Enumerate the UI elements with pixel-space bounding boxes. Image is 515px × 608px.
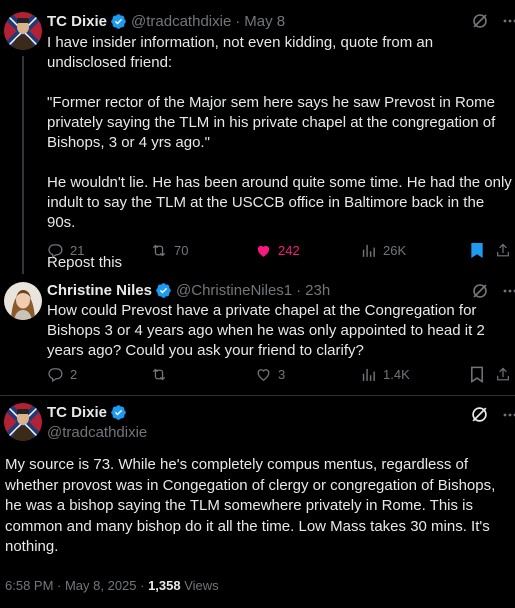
timestamp[interactable]: 23h	[305, 282, 330, 299]
more-icon[interactable]	[502, 13, 515, 29]
bookmark-icon	[470, 366, 484, 383]
like-icon	[255, 366, 272, 383]
grok-icon[interactable]	[472, 283, 488, 299]
reply-count: 21	[70, 243, 85, 258]
share-button[interactable]	[495, 242, 511, 259]
verified-badge-icon	[155, 282, 172, 299]
post-2-actions: 2 3 1.4K	[47, 366, 513, 386]
more-icon[interactable]	[502, 407, 515, 423]
post-1-text: I have insider information, not even kid…	[47, 33, 513, 273]
post-3-text: My source is 73. While he's completely c…	[5, 456, 496, 555]
like-button[interactable]: 3	[255, 366, 285, 383]
views-button[interactable]: 1.4K	[360, 366, 410, 383]
post-1-header: TC Dixie @tradcathdixie · May 8	[47, 13, 285, 30]
grok-icon[interactable]	[472, 13, 488, 29]
handle[interactable]: @tradcathdixie	[47, 424, 147, 441]
views-label: Views	[180, 578, 219, 593]
share-icon	[495, 366, 511, 383]
bookmark-icon	[470, 242, 484, 259]
views-icon	[360, 242, 377, 259]
display-name[interactable]: TC Dixie	[47, 13, 107, 30]
thread-line	[22, 56, 24, 274]
reply-button[interactable]: 2	[47, 366, 77, 383]
repost-button[interactable]	[150, 366, 174, 383]
handle[interactable]: @ChristineNiles1	[176, 282, 292, 299]
repost-icon	[150, 366, 168, 383]
repost-icon	[150, 242, 168, 259]
post-2-top-icons	[472, 283, 515, 299]
views-number: 1,358	[148, 578, 181, 593]
post-2-text: How could Prevost have a private chapel …	[47, 302, 485, 359]
like-count: 242	[278, 243, 300, 258]
reply-icon	[47, 366, 64, 383]
repost-count: 70	[174, 243, 189, 258]
like-icon	[255, 242, 272, 259]
post-1[interactable]: TC Dixie @tradcathdixie · May 8 I have i…	[0, 0, 515, 274]
post-1-top-icons	[472, 13, 515, 29]
views-count: 26K	[383, 243, 407, 258]
bookmark-button[interactable]	[470, 242, 484, 259]
timestamp[interactable]: May 8	[244, 13, 285, 30]
reply-count: 2	[70, 367, 78, 382]
post-timestamp[interactable]: 6:58 PM · May 8, 2025 ·	[5, 578, 148, 593]
views-count: 1.4K	[383, 367, 410, 382]
post-3-meta: 6:58 PM · May 8, 2025 · 1,358 Views	[5, 578, 219, 593]
handle[interactable]: @tradcathdixie	[131, 13, 231, 30]
post-1-paragraph: I have insider information, not even kid…	[47, 34, 434, 71]
bookmark-button[interactable]	[470, 366, 484, 383]
avatar-christine-niles[interactable]	[4, 282, 42, 320]
repost-button[interactable]: 70	[150, 242, 188, 259]
post-3-header: TC Dixie	[47, 404, 131, 421]
reply-button[interactable]: 21	[47, 242, 84, 259]
post-2[interactable]: Christine Niles @ChristineNiles1 · 23h H…	[0, 274, 515, 394]
avatar-tc-dixie[interactable]	[4, 403, 42, 441]
more-icon[interactable]	[502, 283, 515, 299]
share-button[interactable]	[495, 366, 511, 383]
share-icon	[495, 242, 511, 259]
post-1-paragraph: He wouldn't lie. He has been around quit…	[47, 174, 512, 231]
post-1-paragraph: "Former rector of the Major sem here say…	[47, 94, 496, 151]
like-button[interactable]: 242	[255, 242, 300, 259]
reply-icon	[47, 242, 64, 259]
post-1-actions: 21 70 242 26K	[47, 242, 513, 262]
separator: ·	[235, 13, 241, 30]
display-name[interactable]: Christine Niles	[47, 282, 152, 299]
like-count: 3	[278, 367, 286, 382]
post-3-top-icons	[471, 406, 515, 423]
verified-badge-icon	[110, 404, 127, 421]
grok-icon[interactable]	[471, 406, 488, 423]
display-name[interactable]: TC Dixie	[47, 404, 107, 421]
post-3-handle-row: @tradcathdixie	[47, 424, 147, 441]
views-icon	[360, 366, 377, 383]
verified-badge-icon	[110, 13, 127, 30]
avatar-tc-dixie[interactable]	[4, 12, 42, 50]
views-button[interactable]: 26K	[360, 242, 406, 259]
post-2-header: Christine Niles @ChristineNiles1 · 23h	[47, 282, 330, 299]
separator: ·	[296, 282, 302, 299]
